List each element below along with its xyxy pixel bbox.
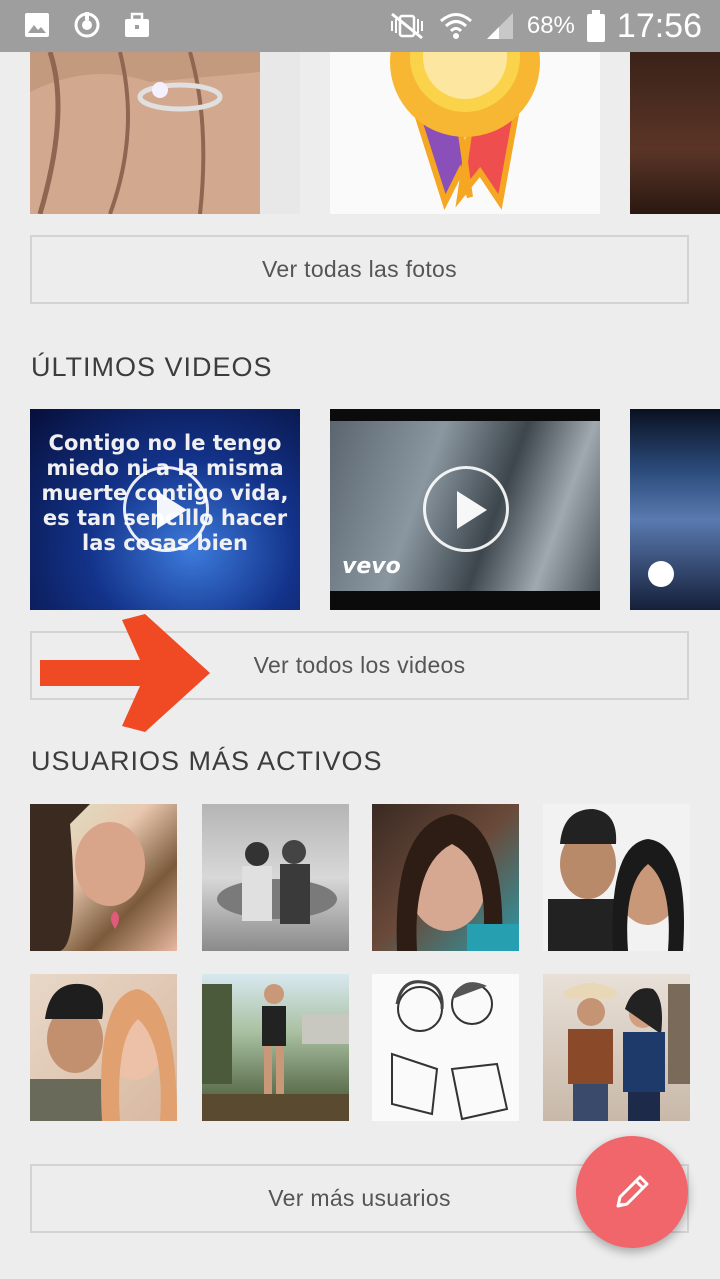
signal-icon — [486, 13, 513, 39]
photo-thumbnail-ring[interactable] — [30, 52, 300, 214]
sync-icon — [74, 12, 100, 38]
wifi-icon — [439, 13, 472, 39]
vevo-watermark: vevo — [342, 554, 401, 579]
compose-fab[interactable] — [576, 1136, 688, 1248]
user-avatar[interactable] — [202, 804, 349, 951]
briefcase-icon — [125, 12, 149, 37]
pencil-icon — [616, 1175, 649, 1208]
user-avatar[interactable] — [372, 804, 519, 951]
user-avatar[interactable] — [202, 974, 349, 1121]
user-photo — [563, 983, 690, 1121]
mute-vibrate-icon — [390, 12, 423, 40]
user-avatar[interactable] — [543, 974, 690, 1121]
status-bar: 68% 17:56 — [0, 0, 720, 52]
photo-thumbnail-partial[interactable] — [630, 52, 720, 214]
gallery-icon — [25, 13, 49, 37]
photo-thumbnail-ribbon[interactable] — [330, 52, 600, 214]
page-content[interactable]: Ver todas las fotos ÚLTIMOS VIDEOS Conti… — [0, 52, 720, 1279]
red-arrow-annotation — [40, 614, 210, 732]
video-thumbnail-2[interactable]: vevo — [330, 409, 600, 610]
video-thumbnail-1[interactable]: Contigo no le tengo miedo ni a la misma … — [30, 409, 300, 610]
warner-logo-icon — [648, 561, 674, 587]
user-photo — [548, 809, 684, 951]
user-photo — [30, 804, 145, 951]
battery-icon — [586, 10, 605, 42]
view-all-photos-button[interactable]: Ver todas las fotos — [30, 235, 689, 304]
battery-percent: 68% — [526, 12, 575, 39]
video-thumbnail-3[interactable] — [630, 409, 720, 610]
user-photo — [217, 840, 337, 924]
most-active-users-heading: USUARIOS MÁS ACTIVOS — [31, 746, 383, 776]
user-avatar[interactable] — [543, 804, 690, 951]
user-photo — [30, 983, 177, 1121]
ring-photo — [30, 52, 300, 214]
award-ribbon-icon — [390, 52, 540, 210]
user-avatar[interactable] — [372, 974, 519, 1121]
user-avatar[interactable] — [30, 804, 177, 951]
latest-videos-heading: ÚLTIMOS VIDEOS — [31, 352, 273, 382]
user-photo — [391, 980, 509, 1121]
user-avatar[interactable] — [30, 974, 177, 1121]
play-icon[interactable] — [123, 466, 209, 552]
user-photo — [202, 984, 349, 1121]
play-icon[interactable] — [423, 466, 509, 552]
clock: 17:56 — [616, 6, 702, 45]
user-photo — [396, 814, 519, 951]
